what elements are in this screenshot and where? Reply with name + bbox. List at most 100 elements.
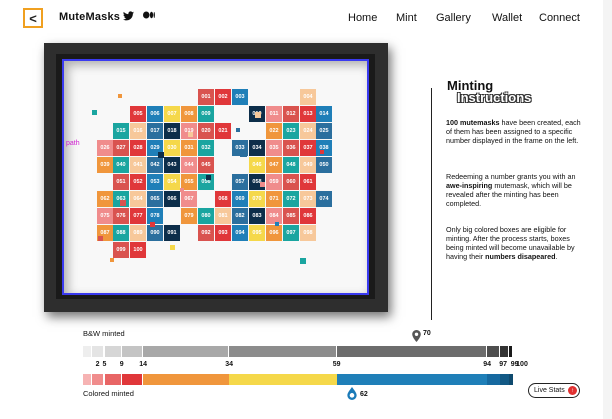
mask-box[interactable]: 098: [300, 225, 316, 241]
mask-box[interactable]: 064: [130, 191, 146, 207]
mask-box[interactable]: 075: [97, 208, 113, 224]
mask-box[interactable]: 052: [130, 174, 146, 190]
mask-box[interactable]: 096: [266, 225, 282, 241]
mask-box[interactable]: 037: [300, 140, 316, 156]
mask-box[interactable]: 071: [266, 191, 282, 207]
mask-box[interactable]: 028: [130, 140, 146, 156]
mask-box[interactable]: 004: [300, 89, 316, 105]
mask-box[interactable]: 036: [283, 140, 299, 156]
mask-box[interactable]: 049: [300, 157, 316, 173]
nav-mint[interactable]: Mint: [396, 12, 417, 24]
mask-box[interactable]: 097: [283, 225, 299, 241]
mask-box[interactable]: 082: [232, 208, 248, 224]
mask-box[interactable]: 085: [283, 208, 299, 224]
mask-box[interactable]: 057: [232, 174, 248, 190]
nav-wallet[interactable]: Wallet: [492, 12, 522, 24]
mask-box[interactable]: 025: [316, 123, 332, 139]
mask-box[interactable]: 091: [164, 225, 180, 241]
mask-box[interactable]: 093: [215, 225, 231, 241]
mask-box[interactable]: 015: [113, 123, 129, 139]
mask-box[interactable]: 054: [164, 174, 180, 190]
mask-box[interactable]: 044: [181, 157, 197, 173]
mask-box[interactable]: 050: [316, 157, 332, 173]
logo[interactable]: <: [23, 8, 43, 28]
brand-name[interactable]: MuteMasks: [59, 11, 120, 23]
mask-box[interactable]: 069: [232, 191, 248, 207]
mask-box[interactable]: 100: [130, 242, 146, 258]
mask-box[interactable]: 083: [249, 208, 265, 224]
mask-box[interactable]: 030: [164, 140, 180, 156]
mask-box[interactable]: 073: [300, 191, 316, 207]
mask-box[interactable]: 076: [113, 208, 129, 224]
mask-box[interactable]: 020: [198, 123, 214, 139]
mask-box[interactable]: 067: [181, 191, 197, 207]
mask-box[interactable]: 072: [283, 191, 299, 207]
mask-box[interactable]: 017: [147, 123, 163, 139]
mask-box[interactable]: 005: [130, 106, 146, 122]
mask-box[interactable]: 035: [266, 140, 282, 156]
mask-box[interactable]: 080: [198, 208, 214, 224]
mask-box[interactable]: 034: [249, 140, 265, 156]
mask-box[interactable]: 062: [97, 191, 113, 207]
mask-box[interactable]: 026: [97, 140, 113, 156]
mask-box[interactable]: 081: [215, 208, 231, 224]
mask-box[interactable]: 040: [113, 157, 129, 173]
mask-box[interactable]: 066: [164, 191, 180, 207]
mask-box[interactable]: 027: [113, 140, 129, 156]
mask-box[interactable]: 095: [249, 225, 265, 241]
mask-box[interactable]: 068: [215, 191, 231, 207]
mask-box[interactable]: 023: [283, 123, 299, 139]
mask-box[interactable]: 047: [266, 157, 282, 173]
mask-box[interactable]: 041: [130, 157, 146, 173]
mask-box[interactable]: 003: [232, 89, 248, 105]
mask-box[interactable]: 038: [316, 140, 332, 156]
mask-box[interactable]: 043: [164, 157, 180, 173]
mask-box[interactable]: 077: [130, 208, 146, 224]
mask-box[interactable]: 021: [215, 123, 231, 139]
mask-box[interactable]: 089: [130, 225, 146, 241]
scrollbar[interactable]: [603, 0, 612, 419]
mask-box[interactable]: 060: [283, 174, 299, 190]
twitter-icon[interactable]: [123, 11, 134, 24]
mask-box[interactable]: 090: [147, 225, 163, 241]
mask-box[interactable]: 094: [232, 225, 248, 241]
mask-box[interactable]: 016: [130, 123, 146, 139]
nav-gallery[interactable]: Gallery: [436, 12, 471, 24]
mask-box[interactable]: 012: [283, 106, 299, 122]
mask-box[interactable]: 018: [164, 123, 180, 139]
mask-box[interactable]: 006: [147, 106, 163, 122]
medium-icon[interactable]: [143, 11, 155, 22]
mask-box[interactable]: 084: [266, 208, 282, 224]
mask-box[interactable]: 048: [283, 157, 299, 173]
mask-box[interactable]: 079: [181, 208, 197, 224]
mask-box[interactable]: 045: [198, 157, 214, 173]
mask-box[interactable]: 007: [164, 106, 180, 122]
mask-box[interactable]: 070: [249, 191, 265, 207]
mask-box[interactable]: 088: [113, 225, 129, 241]
mask-box[interactable]: 014: [316, 106, 332, 122]
mask-box[interactable]: 074: [316, 191, 332, 207]
mask-box[interactable]: 024: [300, 123, 316, 139]
mask-box[interactable]: 011: [266, 106, 282, 122]
mask-box[interactable]: 031: [181, 140, 197, 156]
mask-box[interactable]: 001: [198, 89, 214, 105]
mask-box[interactable]: 002: [215, 89, 231, 105]
mask-box[interactable]: 086: [300, 208, 316, 224]
mask-box[interactable]: 065: [147, 191, 163, 207]
mask-box[interactable]: 013: [300, 106, 316, 122]
mask-box[interactable]: 009: [198, 106, 214, 122]
mask-box[interactable]: 051: [113, 174, 129, 190]
mask-box[interactable]: 008: [181, 106, 197, 122]
mask-box[interactable]: 061: [300, 174, 316, 190]
mask-box[interactable]: 099: [113, 242, 129, 258]
mask-box[interactable]: 032: [198, 140, 214, 156]
mask-box[interactable]: 022: [266, 123, 282, 139]
mask-box[interactable]: 046: [249, 157, 265, 173]
mask-box[interactable]: 039: [97, 157, 113, 173]
nav-home[interactable]: Home: [348, 12, 377, 24]
nav-connect[interactable]: Connect: [539, 12, 580, 24]
mask-box[interactable]: 092: [198, 225, 214, 241]
mask-box[interactable]: 053: [147, 174, 163, 190]
mask-box[interactable]: 042: [147, 157, 163, 173]
live-stats-button[interactable]: Live Stats ↑: [528, 383, 580, 398]
